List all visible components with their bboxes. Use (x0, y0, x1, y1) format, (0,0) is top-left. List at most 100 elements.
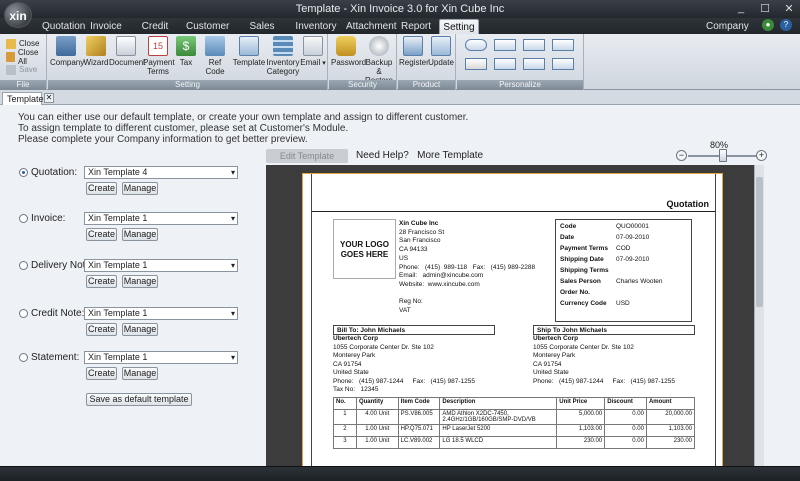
statement-radio[interactable] (19, 353, 28, 362)
setting-group: Company Wizard Document 15 Payment Terms… (48, 34, 328, 90)
table-row: 2 1.00 Unit HP.Q75.071 HP LaserJet 5200 … (333, 424, 696, 437)
statement-template-select[interactable]: Xin Template 1 (84, 351, 238, 364)
credit-note-create-button[interactable]: Create (86, 323, 117, 336)
personalize-group-label: Personalize (457, 80, 583, 90)
email-button[interactable]: Email (300, 36, 326, 68)
credit-note-template-select[interactable]: Xin Template 1 (84, 307, 238, 320)
company-button[interactable]: Company (50, 36, 84, 67)
document-button[interactable]: Document (109, 36, 145, 67)
lock-icon (336, 36, 356, 56)
password-button[interactable]: Password (331, 36, 366, 67)
delivery-note-template-select[interactable]: Xin Template 1 (84, 259, 238, 272)
close-all-button[interactable]: Close All (6, 48, 46, 66)
register-button[interactable]: Register (399, 36, 429, 67)
document-tabs: Template ✕ (0, 90, 800, 105)
table-row: 3 1.00 Unit LC.V89.002 LG 18.5 WLCD 230.… (333, 436, 696, 449)
tab-attachment[interactable]: Attachment (346, 19, 397, 34)
tab-invoice[interactable]: Invoice (88, 19, 124, 34)
payment-terms-button[interactable]: 15 Payment Terms (143, 36, 175, 76)
quotation-radio[interactable] (19, 168, 28, 177)
ship-to-block: Ship To John Michaels Ubertech Corp 1055… (533, 325, 695, 386)
app-logo[interactable]: xin (4, 2, 32, 28)
edit-template-button[interactable]: Edit Template (266, 149, 348, 163)
ref-code-button[interactable]: Ref Code (200, 36, 230, 76)
theme-swatch-1[interactable] (465, 39, 487, 51)
building-icon (56, 36, 76, 56)
template-button[interactable]: Template (232, 36, 266, 67)
statement-manage-button[interactable]: Manage (122, 367, 158, 380)
invoice-radio[interactable] (19, 214, 28, 223)
folders-icon (6, 51, 15, 62)
update-button[interactable]: Update (428, 36, 454, 67)
preview-scrollbar[interactable] (754, 165, 764, 466)
credit-note-manage-button[interactable]: Manage (122, 323, 158, 336)
tab-sales-person[interactable]: Sales Person (236, 19, 288, 47)
zoom-out-icon[interactable]: − (676, 150, 687, 161)
wand-icon (86, 36, 106, 56)
company-menu[interactable]: Company (706, 19, 749, 34)
template-icon (239, 36, 259, 56)
need-help-link[interactable]: Need Help? (356, 150, 409, 161)
theme-swatch-5[interactable] (465, 58, 487, 70)
more-template-link[interactable]: More Template (417, 150, 483, 161)
save-default-template-button[interactable]: Save as default template (86, 393, 192, 406)
theme-swatch-6[interactable] (494, 58, 516, 70)
close-tab-icon[interactable]: ✕ (44, 93, 54, 103)
invoice-manage-button[interactable]: Manage (122, 228, 158, 241)
invoice-template-select[interactable]: Xin Template 1 (84, 212, 238, 225)
logo-placeholder: YOUR LOGO GOES HERE (333, 219, 396, 279)
theme-swatch-2[interactable] (494, 39, 516, 51)
zoom-slider-handle[interactable] (719, 149, 727, 162)
wizard-button[interactable]: Wizard (83, 36, 109, 67)
pencil-icon (205, 36, 225, 56)
app-window: Template - Xin Invoice 3.0 for Xin Cube … (0, 0, 800, 481)
bill-to-block: Bill To: John Michaels Ubertech Corp 105… (333, 325, 495, 395)
tab-quotation[interactable]: Quotation (42, 19, 85, 34)
file-group: Close Close All Save File (0, 34, 47, 90)
delivery-note-create-button[interactable]: Create (86, 275, 117, 288)
statement-create-button[interactable]: Create (86, 367, 117, 380)
theme-swatch-8[interactable] (552, 58, 574, 70)
credit-note-radio[interactable] (19, 309, 28, 318)
security-group: Password Backup & Restore Security (329, 34, 397, 90)
disc-icon (369, 36, 389, 56)
setting-group-label: Setting (48, 80, 327, 90)
quotation-template-select[interactable]: Xin Template 4 (84, 166, 238, 179)
theme-swatch-3[interactable] (523, 39, 545, 51)
statement-label: Statement: (31, 352, 80, 363)
register-icon (403, 36, 423, 56)
globe-icon[interactable]: ● (762, 19, 774, 31)
delivery-note-manage-button[interactable]: Manage (122, 275, 158, 288)
minimize-button[interactable]: _ (734, 2, 748, 15)
backup-restore-button[interactable]: Backup & Restore (362, 36, 396, 85)
delivery-note-radio[interactable] (19, 261, 28, 270)
tab-inventory[interactable]: Inventory (294, 19, 338, 34)
info-line-1: You can either use our default template,… (18, 112, 469, 123)
scrollbar-thumb[interactable] (756, 177, 763, 307)
maximize-button[interactable]: ☐ (758, 2, 772, 15)
theme-swatch-7[interactable] (523, 58, 545, 70)
tax-button[interactable]: $ Tax (174, 36, 198, 67)
theme-swatch-4[interactable] (552, 39, 574, 51)
quotation-create-button[interactable]: Create (86, 182, 117, 195)
quotation-manage-button[interactable]: Manage (122, 182, 158, 195)
company-info: Xin Cube Inc 28 Francisco St San Francis… (399, 220, 536, 315)
meta-row: Sales Person Charles Wooten (560, 278, 663, 285)
save-button[interactable]: Save (6, 63, 37, 76)
close-window-button[interactable]: ✕ (782, 2, 796, 15)
info-line-2: To assign template to different customer… (18, 123, 349, 134)
help-icon[interactable]: ? (780, 19, 792, 31)
invoice-create-button[interactable]: Create (86, 228, 117, 241)
tab-customer[interactable]: Customer (186, 19, 229, 34)
main-panel: You can either use our default template,… (0, 105, 800, 466)
title-bar: Template - Xin Invoice 3.0 for Xin Cube … (0, 0, 800, 18)
personalize-group: Personalize (457, 34, 584, 90)
template-doc-tab[interactable]: Template (2, 92, 44, 105)
tab-setting[interactable]: Setting (439, 19, 479, 34)
tab-report[interactable]: Report (398, 19, 434, 34)
inventory-category-button[interactable]: Inventory Category (266, 36, 300, 76)
tab-credit-note[interactable]: Credit Note (130, 19, 180, 47)
invoice-label: Invoice: (31, 213, 66, 224)
meta-row: Date 07-09-2010 (560, 234, 650, 241)
zoom-in-icon[interactable]: + (756, 150, 767, 161)
